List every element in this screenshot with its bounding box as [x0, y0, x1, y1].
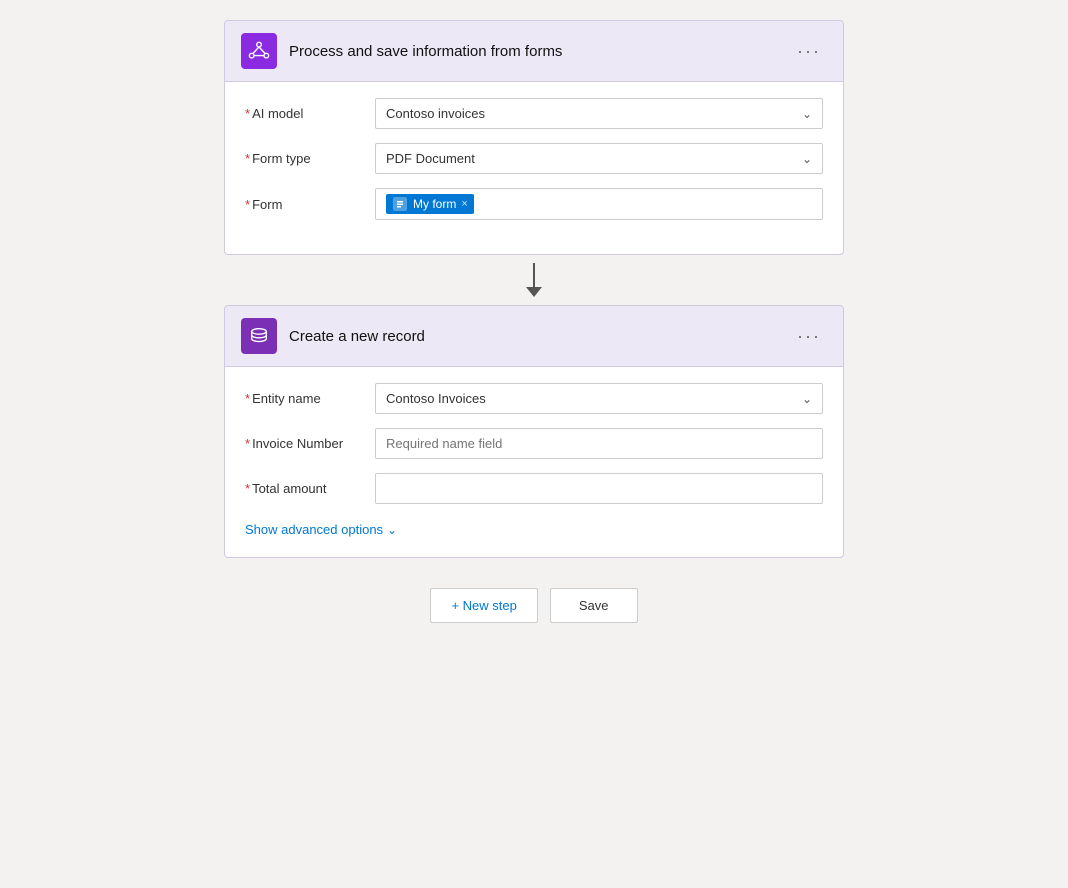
total-amount-required: * — [245, 481, 250, 496]
form-label: *Form — [245, 197, 375, 212]
new-step-button[interactable]: + New step — [430, 588, 537, 623]
ai-model-required: * — [245, 106, 250, 121]
ai-model-value: Contoso invoices — [386, 106, 485, 121]
step1-header: Process and save information from forms … — [225, 21, 843, 82]
entity-name-row: *Entity name Contoso Invoices ⌄ — [245, 383, 823, 414]
form-tag-icon — [392, 196, 408, 212]
entity-name-required: * — [245, 391, 250, 406]
form-tag-label: My form — [413, 197, 456, 211]
invoice-number-control — [375, 428, 823, 459]
step2-title: Create a new record — [289, 328, 791, 345]
entity-name-control: Contoso Invoices ⌄ — [375, 383, 823, 414]
total-amount-input[interactable] — [375, 473, 823, 504]
step1-title: Process and save information from forms — [289, 43, 791, 60]
connector-line — [533, 263, 535, 287]
form-type-control: PDF Document ⌄ — [375, 143, 823, 174]
step2-body: *Entity name Contoso Invoices ⌄ *Invoice… — [225, 367, 843, 557]
step2-card: Create a new record ··· *Entity name Con… — [224, 305, 844, 558]
show-advanced-button[interactable]: Show advanced options ⌄ — [245, 522, 397, 537]
show-advanced-label: Show advanced options — [245, 522, 383, 537]
flow-container: Process and save information from forms … — [224, 20, 844, 623]
entity-name-value: Contoso Invoices — [386, 391, 486, 406]
step1-card: Process and save information from forms … — [224, 20, 844, 255]
bottom-actions: + New step Save — [430, 588, 637, 623]
ai-model-row: *AI model Contoso invoices ⌄ — [245, 98, 823, 129]
invoice-number-required: * — [245, 436, 250, 451]
step1-menu-button[interactable]: ··· — [791, 38, 827, 64]
step1-body: *AI model Contoso invoices ⌄ *Form type … — [225, 82, 843, 254]
form-tag-close-button[interactable]: × — [461, 198, 467, 210]
ai-model-select[interactable]: Contoso invoices ⌄ — [375, 98, 823, 129]
invoice-number-input[interactable] — [375, 428, 823, 459]
form-type-row: *Form type PDF Document ⌄ — [245, 143, 823, 174]
entity-name-label: *Entity name — [245, 391, 375, 406]
step1-icon-container — [241, 33, 277, 69]
entity-name-chevron-icon: ⌄ — [802, 392, 812, 406]
dataverse-icon — [248, 325, 270, 347]
total-amount-label: *Total amount — [245, 481, 375, 496]
ai-model-label: *AI model — [245, 106, 375, 121]
show-advanced-chevron-icon: ⌄ — [387, 523, 397, 537]
form-type-chevron-icon: ⌄ — [802, 152, 812, 166]
form-type-select[interactable]: PDF Document ⌄ — [375, 143, 823, 174]
form-type-value: PDF Document — [386, 151, 475, 166]
step2-header: Create a new record ··· — [225, 306, 843, 367]
ai-builder-icon — [248, 40, 270, 62]
form-tag: My form × — [386, 194, 474, 214]
entity-name-select[interactable]: Contoso Invoices ⌄ — [375, 383, 823, 414]
invoice-number-label: *Invoice Number — [245, 436, 375, 451]
ai-model-chevron-icon: ⌄ — [802, 107, 812, 121]
step2-icon-container — [241, 318, 277, 354]
form-tag-input[interactable]: My form × — [375, 188, 823, 220]
form-type-required: * — [245, 151, 250, 166]
step2-menu-button[interactable]: ··· — [791, 323, 827, 349]
connector-arrow — [526, 287, 542, 297]
save-button[interactable]: Save — [550, 588, 638, 623]
total-amount-row: *Total amount — [245, 473, 823, 504]
ai-model-control: Contoso invoices ⌄ — [375, 98, 823, 129]
connector — [526, 255, 542, 305]
total-amount-control — [375, 473, 823, 504]
form-control: My form × — [375, 188, 823, 220]
form-type-label: *Form type — [245, 151, 375, 166]
form-row: *Form My form × — [245, 188, 823, 220]
form-required: * — [245, 197, 250, 212]
invoice-number-row: *Invoice Number — [245, 428, 823, 459]
